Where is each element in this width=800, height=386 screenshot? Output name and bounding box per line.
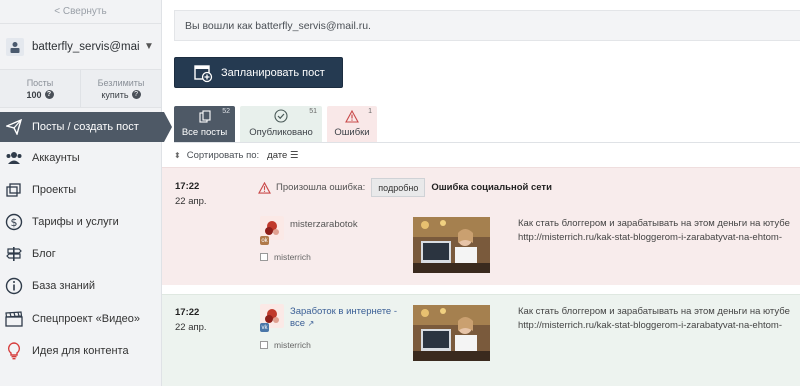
svg-text:$: $ — [11, 216, 18, 229]
users-icon — [4, 148, 24, 168]
project-checkbox[interactable]: misterrich — [260, 252, 311, 262]
account-link[interactable]: Заработок в интернете - все ↗ — [290, 306, 397, 330]
login-notice: Вы вошли как batterfly_servis@mail.ru. — [174, 10, 800, 41]
warning-icon — [258, 181, 271, 194]
account-stats: Посты 100? Безлимиты купить? — [0, 70, 161, 108]
post-url-line[interactable]: http://misterrich.ru/kak-stat-bloggerom-… — [518, 231, 782, 245]
sidebar: < Свернуть batterfly_servis@mail.ru ▼ По… — [0, 0, 172, 386]
post-thumbnail — [413, 305, 490, 361]
tabs-divider — [174, 142, 800, 143]
post-date: 22 апр. — [175, 196, 207, 207]
check-circle-icon — [274, 109, 288, 123]
tab-count: 1 — [368, 108, 372, 115]
main-content: Вы вошли как batterfly_servis@mail.ru. З… — [162, 0, 800, 386]
calendar-add-icon — [193, 63, 213, 83]
sidebar-item-label: Идея для контента — [32, 345, 129, 357]
post-date: 22 апр. — [175, 322, 207, 333]
checkbox-label: misterrich — [274, 340, 311, 350]
sidebar-item-label: Проекты — [32, 184, 77, 196]
sidebar-item-projects[interactable]: Проекты — [0, 175, 162, 205]
tab-published[interactable]: 51 Опубликовано — [240, 106, 322, 142]
details-button[interactable]: подробно — [371, 178, 426, 197]
sidebar-item-label: Аккаунты — [32, 152, 80, 164]
tab-all-posts[interactable]: 52 Все посты — [174, 106, 235, 142]
stat-posts: Посты 100? — [0, 70, 80, 107]
sidebar-item-label: Блог — [32, 248, 56, 260]
project-checkbox[interactable]: misterrich — [260, 340, 311, 350]
post-thumbnail — [413, 217, 490, 273]
error-label: Произошла ошибка: — [276, 182, 366, 193]
stat-value: 100 — [26, 89, 42, 100]
checkbox[interactable] — [260, 253, 268, 261]
stat-unlimited: Безлимиты купить? — [80, 70, 161, 107]
account-switcher[interactable]: batterfly_servis@mail.ru ▼ — [0, 24, 161, 70]
sidebar-item-tariffs[interactable]: $ Тарифы и услуги — [0, 207, 162, 237]
schedule-post-label: Запланировать пост — [221, 66, 325, 79]
account-name: batterfly_servis@mail.ru — [32, 40, 140, 53]
help-icon[interactable]: ? — [131, 90, 141, 99]
stat-label: Посты — [26, 77, 54, 88]
account-link[interactable]: misterzarabotok — [290, 219, 358, 230]
sidebar-item-label: База знаний — [32, 280, 96, 292]
warning-icon — [345, 110, 359, 123]
sidebar-item-posts[interactable]: Посты / создать пост — [0, 112, 172, 142]
odnoklassniki-icon: ok — [260, 236, 269, 245]
sort-control: ⬍ Сортировать по: дате ☰ — [174, 150, 299, 161]
sort-order-icon: ☰ — [289, 150, 299, 161]
sort-arrows-icon: ⬍ — [174, 151, 181, 160]
login-notice-text: Вы вошли как batterfly_servis@mail.ru. — [185, 19, 371, 32]
sidebar-item-label: Тарифы и услуги — [32, 216, 119, 228]
help-icon[interactable]: ? — [44, 90, 54, 99]
tab-label: Опубликовано — [249, 127, 313, 138]
sort-label: Сортировать по: — [186, 150, 260, 161]
checkbox-label: misterrich — [274, 252, 311, 262]
tab-label: Все посты — [181, 127, 228, 138]
post-text-line: Как стать блоггером и зарабатывать на эт… — [518, 306, 790, 317]
tab-count: 51 — [309, 108, 317, 115]
paper-plane-icon — [4, 117, 24, 137]
checkbox[interactable] — [260, 341, 268, 349]
dollar-icon: $ — [4, 212, 24, 232]
tab-count: 52 — [222, 108, 230, 115]
sidebar-item-label: Посты / создать пост — [32, 121, 139, 133]
signpost-icon — [4, 244, 24, 264]
buy-link[interactable]: купить — [101, 90, 128, 100]
vk-icon: vk — [260, 323, 269, 332]
post-row-published: 17:22 22 апр. vk Заработок в интернете -… — [162, 294, 800, 386]
post-time: 17:22 — [175, 181, 200, 192]
lightbulb-icon — [4, 341, 24, 361]
post-tabs: 52 Все посты 51 Опубликовано 1 Ошибки — [174, 106, 382, 142]
external-link-icon: ↗ — [307, 319, 315, 328]
error-row: Произошла ошибка: подробно Ошибка социал… — [258, 178, 552, 197]
chevron-down-icon[interactable]: ▼ — [144, 41, 154, 52]
stat-label: Безлимиты — [97, 77, 145, 88]
sidebar-item-accounts[interactable]: Аккаунты — [0, 143, 162, 173]
collapse-label: < Свернуть — [54, 6, 107, 17]
user-icon — [6, 37, 24, 56]
sidebar-item-ideas[interactable]: Идея для контента — [0, 336, 162, 366]
post-url-line[interactable]: http://misterrich.ru/kak-stat-bloggerom-… — [518, 319, 782, 333]
info-icon — [4, 276, 24, 296]
tab-label: Ошибки — [334, 127, 370, 138]
post-text-line: Как стать блоггером и зарабатывать на эт… — [518, 218, 790, 229]
error-title: Ошибка социальной сети — [431, 182, 552, 193]
sidebar-item-video[interactable]: Спецпроект «Видео» — [0, 304, 162, 334]
sort-field[interactable]: дате ☰ — [267, 150, 298, 161]
sidebar-item-knowledge[interactable]: База знаний — [0, 271, 162, 301]
copy-icon — [198, 110, 211, 123]
sidebar-item-label: Спецпроект «Видео» — [32, 313, 141, 325]
projects-icon — [4, 180, 24, 200]
tab-errors[interactable]: 1 Ошибки — [327, 106, 377, 142]
collapse-sidebar-button[interactable]: < Свернуть — [0, 0, 161, 24]
schedule-post-button[interactable]: Запланировать пост — [174, 57, 343, 88]
sidebar-item-blog[interactable]: Блог — [0, 239, 162, 269]
clapperboard-icon — [4, 309, 24, 329]
post-time: 17:22 — [175, 307, 200, 318]
post-row-error: 17:22 22 апр. Произошла ошибка: подробно… — [162, 167, 800, 285]
